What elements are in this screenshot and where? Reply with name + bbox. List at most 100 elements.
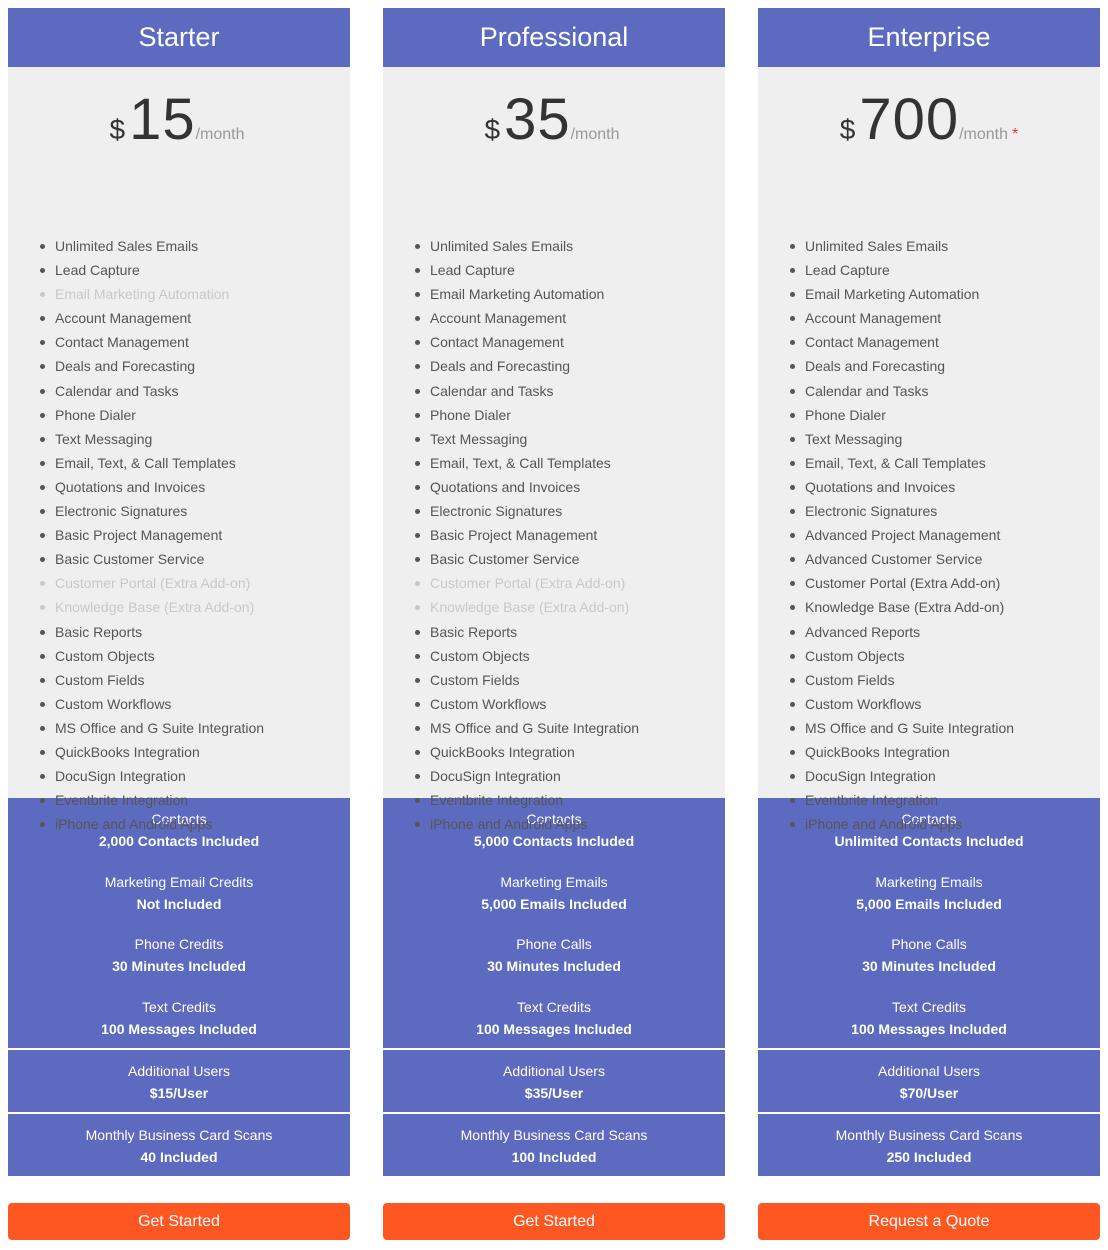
feature-item: Basic Customer Service xyxy=(413,547,639,571)
feature-item: Custom Workflows xyxy=(413,692,639,716)
feature-item: Phone Dialer xyxy=(788,403,1014,427)
feature-item: Custom Fields xyxy=(413,668,639,692)
divider xyxy=(8,1048,350,1050)
feature-item: Phone Dialer xyxy=(413,403,639,427)
credit-value: 5,000 Emails Included xyxy=(856,895,1002,912)
feature-item: Text Messaging xyxy=(788,427,1014,451)
credit-item: Phone Credits 30 Minutes Included xyxy=(8,933,350,996)
feature-item: Knowledge Base (Extra Add-on) xyxy=(38,595,264,619)
credit-value: 100 Messages Included xyxy=(476,1020,632,1037)
price-period: /month xyxy=(570,126,620,143)
feature-item: Quotations and Invoices xyxy=(788,475,1014,499)
feature-item: QuickBooks Integration xyxy=(788,740,1014,764)
feature-item: Customer Portal (Extra Add-on) xyxy=(788,571,1014,595)
feature-item: Email, Text, & Call Templates xyxy=(38,451,264,475)
cta-button-starter[interactable]: Get Started xyxy=(8,1203,350,1240)
price-amount: 700 xyxy=(859,87,960,152)
feature-item: Basic Project Management xyxy=(38,523,264,547)
feature-item: Unlimited Sales Emails xyxy=(788,234,1014,258)
credit-label: Phone Calls xyxy=(516,936,592,952)
plan-price: $ 35 /month xyxy=(383,91,725,151)
feature-item: DocuSign Integration xyxy=(788,764,1014,788)
feature-item: Customer Portal (Extra Add-on) xyxy=(38,571,264,595)
feature-item: iPhone and Android Apps xyxy=(788,812,1014,836)
card-scans-label: Monthly Business Card Scans xyxy=(85,1127,273,1143)
divider xyxy=(758,1048,1100,1050)
plan-name: Enterprise xyxy=(758,8,1100,67)
additional-users-value: $15/User xyxy=(149,1085,209,1101)
feature-item: Lead Capture xyxy=(413,258,639,282)
feature-item: MS Office and G Suite Integration xyxy=(788,716,1014,740)
credit-value: 100 Messages Included xyxy=(851,1020,1007,1037)
card-scans: Monthly Business Card Scans 100 Included xyxy=(383,1114,725,1176)
feature-item: Account Management xyxy=(38,306,264,330)
additional-users-value: $70/User xyxy=(899,1085,959,1101)
feature-item: Basic Project Management xyxy=(413,523,639,547)
card-scans-value: 250 Included xyxy=(886,1149,972,1165)
credit-item: Marketing Emails 5,000 Emails Included xyxy=(758,871,1100,934)
feature-item: Electronic Signatures xyxy=(413,499,639,523)
feature-item: Eventbrite Integration xyxy=(788,788,1014,812)
credit-item: Marketing Emails 5,000 Emails Included xyxy=(383,871,725,934)
feature-item: iPhone and Android Apps xyxy=(38,812,264,836)
plan-name: Professional xyxy=(383,8,725,67)
credit-item: Phone Calls 30 Minutes Included xyxy=(383,933,725,996)
cta-button-enterprise[interactable]: Request a Quote xyxy=(758,1203,1100,1240)
feature-item: Contact Management xyxy=(788,330,1014,354)
feature-item: Account Management xyxy=(788,306,1014,330)
additional-users: Additional Users $35/User xyxy=(383,1050,725,1112)
credit-value: Not Included xyxy=(136,895,222,912)
credit-label: Marketing Emails xyxy=(875,873,983,890)
plan-name: Starter xyxy=(8,8,350,67)
feature-item: Phone Dialer xyxy=(38,403,264,427)
feature-item: Eventbrite Integration xyxy=(38,788,264,812)
credit-item: Phone Calls 30 Minutes Included xyxy=(758,933,1100,996)
plan-body: $ 35 /month Unlimited Sales Emails Lead C… xyxy=(383,67,725,832)
feature-item: Custom Objects xyxy=(413,644,639,668)
feature-item: Electronic Signatures xyxy=(38,499,264,523)
feature-item: Knowledge Base (Extra Add-on) xyxy=(413,595,639,619)
card-scans: Monthly Business Card Scans 40 Included xyxy=(8,1114,350,1176)
price-period: /month xyxy=(195,126,245,143)
feature-item: QuickBooks Integration xyxy=(413,740,639,764)
feature-item: Contact Management xyxy=(413,330,639,354)
feature-item: Email Marketing Automation xyxy=(413,282,639,306)
credit-label: Marketing Emails xyxy=(500,873,608,890)
feature-item: Basic Customer Service xyxy=(38,547,264,571)
feature-item: Knowledge Base (Extra Add-on) xyxy=(788,595,1014,619)
credit-value: 100 Messages Included xyxy=(101,1020,257,1037)
feature-item: Basic Reports xyxy=(38,620,264,644)
feature-item: Custom Workflows xyxy=(788,692,1014,716)
divider xyxy=(8,1112,350,1114)
feature-item: Email, Text, & Call Templates xyxy=(413,451,639,475)
feature-item: Advanced Reports xyxy=(788,620,1014,644)
card-scans-label: Monthly Business Card Scans xyxy=(835,1127,1023,1143)
pricing-plans: Starter $ 15 /month Unlimited Sales Emai… xyxy=(8,8,1100,1240)
credit-label: Text Credits xyxy=(517,998,591,1015)
price-period: /month xyxy=(959,126,1009,143)
feature-item: Custom Objects xyxy=(38,644,264,668)
card-scans-label: Monthly Business Card Scans xyxy=(460,1127,648,1143)
card-scans: Monthly Business Card Scans 250 Included xyxy=(758,1114,1100,1176)
plan-body: $ 15 /month Unlimited Sales Emails Lead C… xyxy=(8,67,350,832)
price-asterisk: * xyxy=(1012,126,1019,143)
feature-item: Custom Fields xyxy=(788,668,1014,692)
feature-item: DocuSign Integration xyxy=(413,764,639,788)
credit-value: 30 Minutes Included xyxy=(112,958,246,974)
feature-item: Custom Fields xyxy=(38,668,264,692)
feature-item: Calendar and Tasks xyxy=(788,379,1014,403)
price-currency: $ xyxy=(839,114,856,145)
credit-label: Phone Credits xyxy=(134,936,224,952)
feature-item: Quotations and Invoices xyxy=(413,475,639,499)
feature-item: Quotations and Invoices xyxy=(38,475,264,499)
cta-button-professional[interactable]: Get Started xyxy=(383,1203,725,1240)
feature-item: Email Marketing Automation xyxy=(788,282,1014,306)
credit-value: 30 Minutes Included xyxy=(487,958,621,974)
feature-item: Unlimited Sales Emails xyxy=(38,234,264,258)
feature-item: Electronic Signatures xyxy=(788,499,1014,523)
additional-users-value: $35/User xyxy=(524,1085,584,1101)
feature-item: Calendar and Tasks xyxy=(38,379,264,403)
credit-item: Marketing Email Credits Not Included xyxy=(8,871,350,934)
feature-item: Contact Management xyxy=(38,330,264,354)
feature-item: Lead Capture xyxy=(38,258,264,282)
